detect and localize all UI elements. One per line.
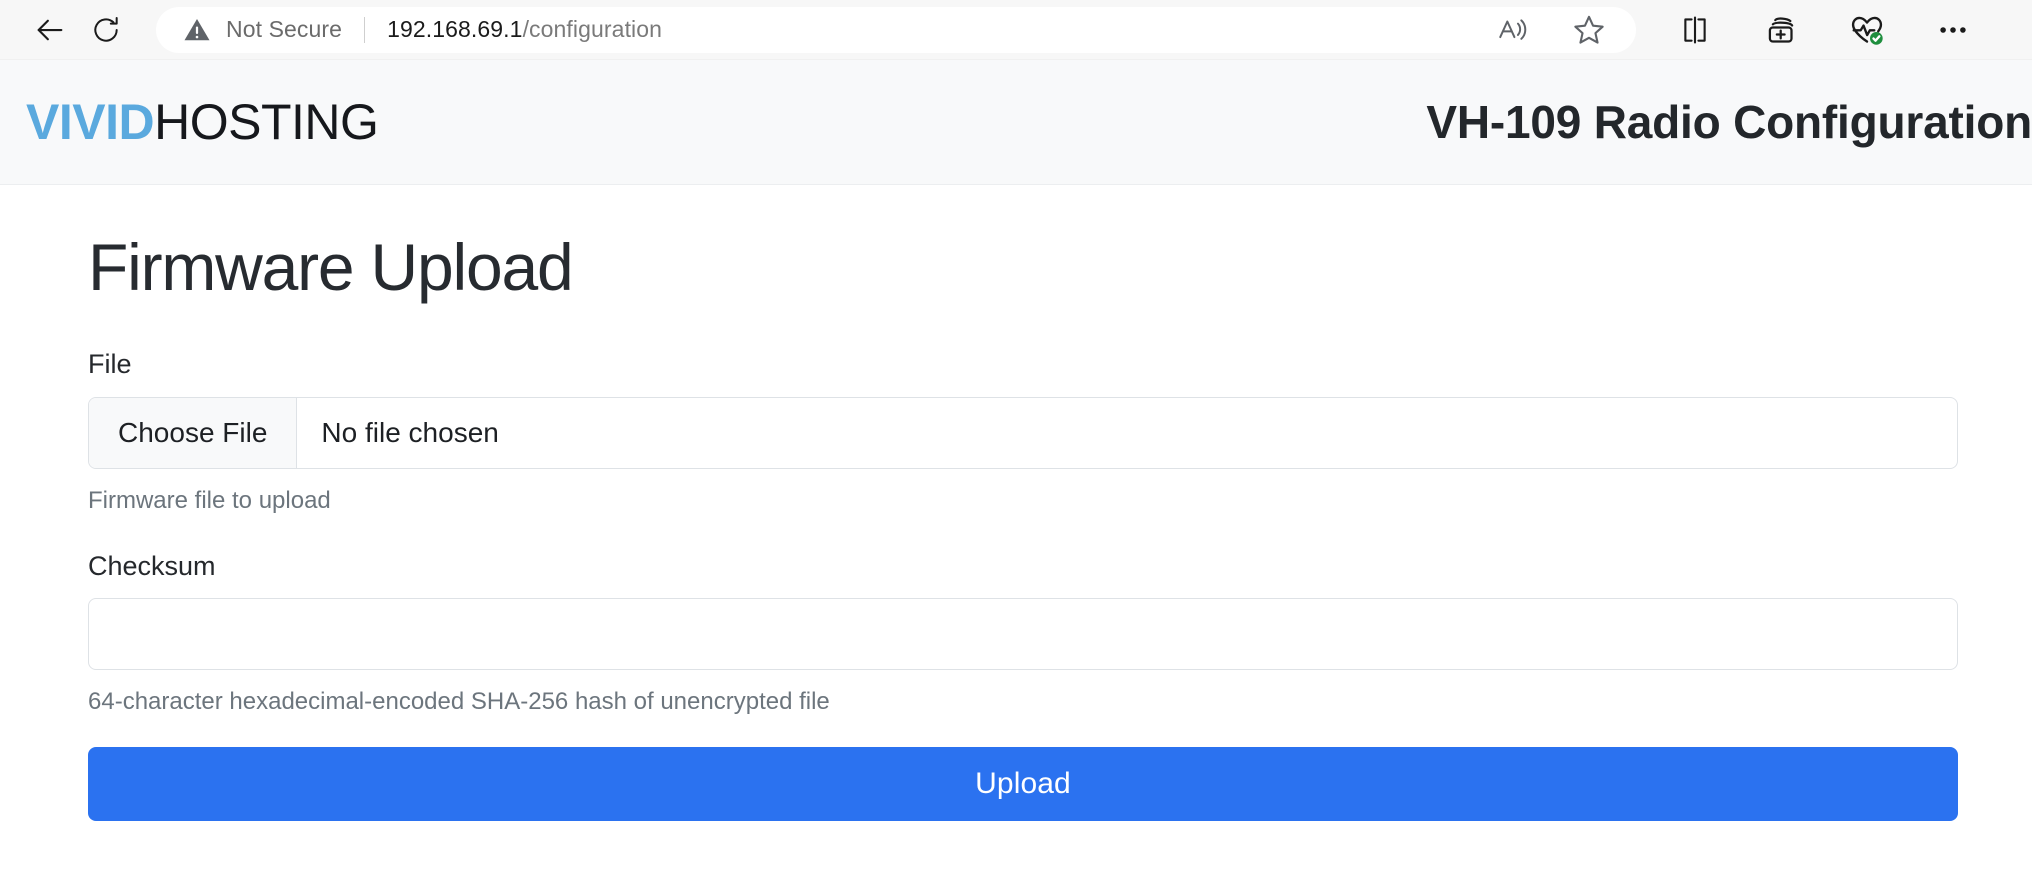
file-field-group: File Choose File No file chosen Firmware… — [88, 348, 1958, 516]
address-bar-divider — [364, 16, 366, 43]
settings-and-more-icon[interactable] — [1930, 7, 1976, 53]
checksum-field-help: 64-character hexadecimal-encoded SHA-256… — [88, 688, 830, 716]
upload-button[interactable]: Upload — [88, 747, 1958, 822]
url-text: 192.168.69.1/configuration — [387, 16, 662, 43]
field-spacer — [88, 516, 1958, 550]
checksum-input[interactable] — [88, 598, 1958, 671]
split-screen-icon[interactable] — [1672, 7, 1718, 53]
add-to-collections-icon[interactable] — [1758, 7, 1804, 53]
reload-button[interactable] — [78, 8, 134, 52]
page-title: VH-109 Radio Configuration — [1426, 96, 2032, 148]
url-path: /configuration — [522, 16, 663, 42]
browser-toolbar-actions — [1672, 7, 1976, 53]
browser-essentials-icon[interactable] — [1844, 7, 1890, 53]
back-button[interactable] — [22, 8, 78, 52]
choose-file-button[interactable]: Choose File — [89, 397, 298, 468]
read-aloud-icon[interactable] — [1490, 7, 1536, 53]
main-content: Firmware Upload File Choose File No file… — [0, 185, 2032, 822]
site-header: VIVIDHOSTING VH-109 Radio Configuration — [0, 60, 2032, 185]
file-field-help: Firmware file to upload — [88, 486, 331, 514]
reload-icon — [94, 16, 118, 42]
back-arrow-icon — [37, 19, 63, 40]
file-chosen-status: No file chosen — [321, 416, 499, 448]
not-secure-warning-icon — [182, 15, 212, 45]
browser-toolbar: Not Secure 192.168.69.1/configuration — [0, 0, 2032, 60]
file-input[interactable]: Choose File No file chosen — [88, 396, 1958, 469]
favorite-star-icon[interactable] — [1566, 7, 1612, 53]
url-host: 192.168.69.1 — [387, 16, 523, 42]
checksum-field-group: Checksum 64-character hexadecimal-encode… — [88, 550, 1958, 718]
security-status-label: Not Secure — [226, 16, 343, 42]
form-heading: Firmware Upload — [88, 230, 574, 304]
brand-name-primary: VIVID — [26, 94, 155, 150]
brand-name-secondary: HOSTING — [154, 94, 379, 150]
address-bar-actions — [1490, 7, 1616, 53]
brand-logo: VIVIDHOSTING — [26, 94, 379, 150]
address-bar[interactable]: Not Secure 192.168.69.1/configuration — [156, 6, 1636, 53]
file-field-label: File — [88, 349, 132, 380]
checksum-field-label: Checksum — [88, 550, 216, 581]
